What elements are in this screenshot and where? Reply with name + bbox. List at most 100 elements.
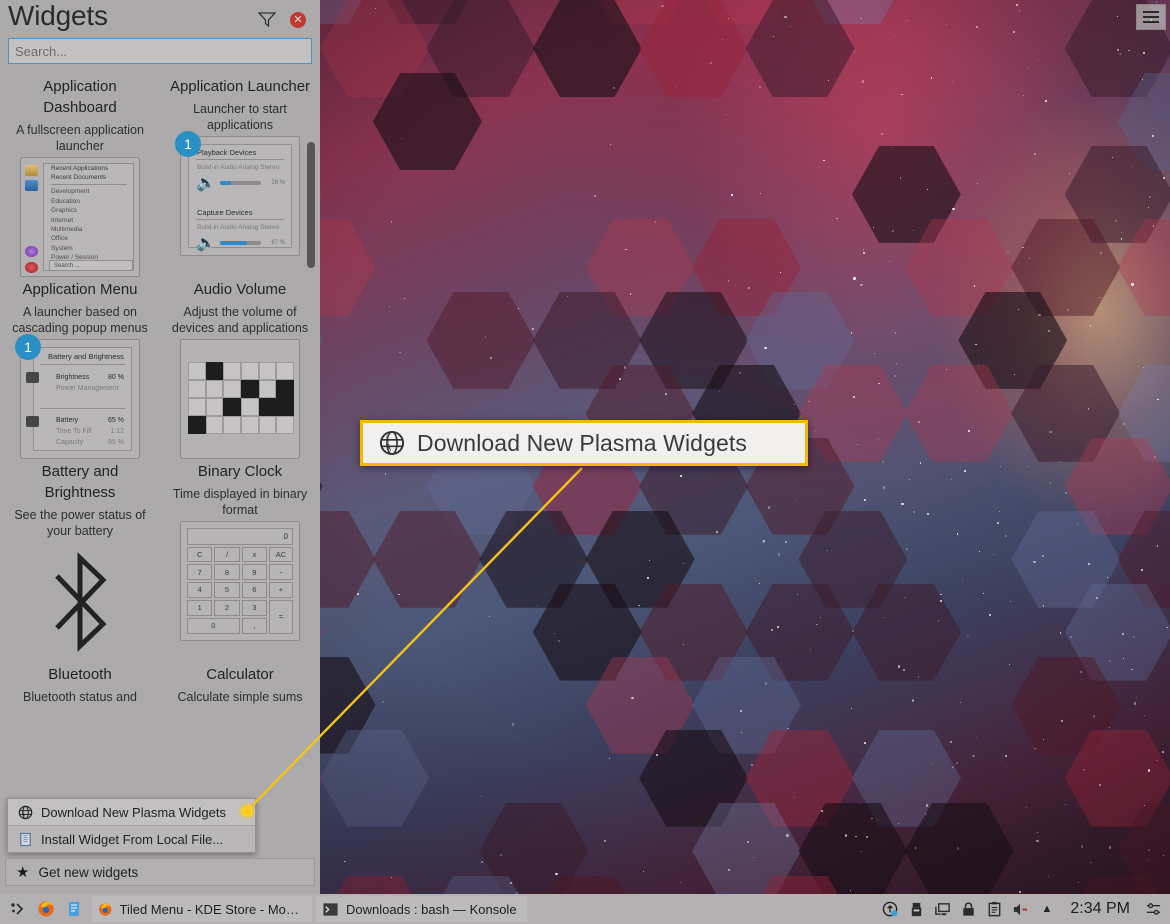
text-editor-icon[interactable]	[60, 896, 88, 922]
preview-binary-cell	[258, 397, 277, 416]
widget-item-application-launcher[interactable]: Application Launcher Launcher to start ap…	[160, 76, 320, 279]
preview-time-to-fill-row: Time To Fill 1:12	[34, 426, 131, 437]
widget-item-name: Binary Clock	[197, 463, 283, 480]
panel-settings-icon[interactable]	[1145, 901, 1162, 918]
preview-binary-cell	[276, 397, 294, 416]
preview-binary-cell	[276, 415, 294, 434]
get-new-widgets-label: Get new widgets	[38, 864, 139, 880]
application-launcher-icon[interactable]	[4, 896, 32, 922]
software-update-icon[interactable]	[882, 901, 899, 918]
widget-preview-battery-brightness: Battery and Brightness Brightness 80 % Powe…	[15, 333, 140, 459]
widget-item-description: A launcher based on cascading popup menu…	[12, 305, 148, 335]
preview-binary-cell	[240, 379, 259, 398]
system-tray: ▲ 2:34 PM	[882, 900, 1170, 918]
preview-menu-item: Recent Applications	[51, 164, 109, 172]
firefox-icon[interactable]	[32, 896, 60, 922]
preview-binary-cell	[205, 397, 224, 416]
preview-slider-fill	[219, 240, 248, 245]
preview-battery-header: Battery and Brightness	[48, 351, 124, 361]
preview-capacity-row-label: Capacity	[56, 438, 84, 446]
preview-playback-percent: 28 %	[271, 179, 285, 186]
taskbar-launchers	[0, 896, 88, 922]
get-new-widgets-button[interactable]: ★ Get new widgets	[5, 858, 315, 886]
usb-device-icon[interactable]	[908, 901, 925, 918]
menu-item-download-new-plasma-widgets[interactable]: Download New Plasma Widgets	[8, 799, 255, 825]
widget-item-calculator[interactable]: Calculator Calculate simple sums	[160, 664, 320, 806]
preview-playback-header: Playback Devices	[197, 147, 257, 157]
preview-battery-row: Battery 65 %	[34, 415, 131, 426]
preview-power-management-row-label: Power Management	[56, 384, 119, 392]
preview-calculator-body: 0 C / x 7 8 9 4 5 6 1 2 3 0, AC - + =	[187, 527, 293, 634]
preview-binary-cell	[240, 361, 259, 380]
preview-time-to-fill-row-label: Time To Fill	[56, 427, 92, 435]
widget-item-audio-volume[interactable]: Audio Volume Adjust the volume of devices…	[160, 279, 320, 461]
widget-grid: Application Dashboard A fullscreen applic…	[0, 76, 320, 806]
widget-item-battery-and-brightness[interactable]: Battery and Brightness See the power stat…	[0, 461, 160, 664]
preview-calculator-display: 0	[187, 527, 293, 545]
widget-item-binary-clock[interactable]: Binary Clock Time displayed in binary for…	[160, 461, 320, 664]
menu-item-install-widget-from-local-file[interactable]: Install Widget From Local File...	[8, 826, 255, 852]
preview-binary-cell	[188, 379, 206, 398]
preview-calculator-keys: C / x 7 8 9 4 5 6 1 2 3 0, AC - + =	[187, 546, 293, 634]
widget-preview-audio-volume: Playback Devices Build-in Audio Analog St…	[175, 130, 300, 256]
widget-item-application-dashboard[interactable]: Application Dashboard A fullscreen applic…	[0, 76, 160, 279]
taskbar-task-firefox[interactable]: Tiled Menu - KDE Store - Mozilla Fi...	[92, 896, 312, 922]
preview-separator	[196, 158, 284, 160]
clock[interactable]: 2:34 PM	[1064, 900, 1136, 918]
preview-capture-header: Capture Devices	[197, 207, 253, 217]
preview-calculator-key: ,	[241, 617, 267, 634]
volume-muted-icon[interactable]	[1012, 901, 1029, 918]
scrollbar-thumb[interactable]	[307, 142, 315, 268]
preview-calculator-key: -	[269, 564, 293, 581]
bluetooth-icon	[55, 551, 107, 652]
preview-menu-separator	[51, 184, 127, 186]
widget-explorer-panel: Widgets ✕ Application Dashboard A fullscr…	[0, 0, 320, 894]
preview-binary-cell	[223, 361, 241, 380]
preview-calculator-side-keys: AC - + =	[269, 546, 293, 634]
preview-separator	[196, 218, 284, 220]
preview-binary-cell	[188, 361, 206, 380]
widget-item-description: See the power status of your battery	[14, 508, 146, 538]
preview-binary-cell	[188, 415, 206, 434]
preview-menu-search: Search ...	[49, 259, 133, 271]
preview-binary-cell	[223, 379, 241, 398]
preview-battery-row-label: Battery	[56, 416, 79, 424]
preview-slider-track	[219, 180, 261, 185]
lock-icon[interactable]	[960, 901, 977, 918]
preview-playback-slider-row: 🔊 28 %	[189, 171, 291, 193]
widget-item-name: Calculator	[206, 666, 274, 683]
display-network-icon[interactable]	[934, 901, 951, 918]
preview-binary-grid	[188, 361, 294, 434]
preview-badge: 1	[175, 130, 201, 157]
preview-calculator-key: +	[269, 582, 293, 598]
widget-list-scroll-area[interactable]: Application Dashboard A fullscreen applic…	[0, 76, 320, 806]
preview-calculator-key: 3	[241, 599, 267, 616]
search-input[interactable]	[8, 38, 312, 64]
preview-brightness-row-label: Brightness	[56, 373, 90, 381]
widget-item-application-menu[interactable]: Application Menu A launcher based on casc…	[0, 279, 160, 461]
preview-menu-item: Internet	[51, 216, 74, 224]
close-icon[interactable]: ✕	[290, 12, 306, 28]
widget-item-preview-slot	[180, 336, 300, 461]
taskbar-task-konsole[interactable]: Downloads : bash — Konsole	[316, 896, 527, 922]
preview-battery-body: Battery and Brightness Brightness 80 % Powe…	[33, 346, 132, 451]
filter-funnel-icon[interactable]	[258, 11, 276, 27]
preview-calculator-key: 8	[214, 564, 240, 581]
cursor-highlight-dot	[241, 805, 253, 817]
preview-time-to-fill-row-value: 1:12	[110, 427, 124, 435]
package-icon	[20, 832, 31, 846]
preview-brightness-row-value: 80 %	[108, 373, 124, 381]
menu-item-label: Install Widget From Local File...	[41, 831, 224, 847]
hamburger-menu-icon[interactable]	[1136, 4, 1166, 30]
preview-audio-body: Playback Devices Build-in Audio Analog St…	[188, 143, 292, 252]
clipboard-icon[interactable]	[986, 901, 1003, 918]
widget-item-bluetooth[interactable]: Bluetooth Bluetooth status and	[0, 664, 160, 806]
preview-menu-item: System	[51, 244, 73, 252]
preview-slider-fill	[219, 180, 232, 185]
preview-slider-track	[219, 240, 261, 245]
preview-calculator-key: x	[241, 546, 267, 563]
widget-item-name: Bluetooth	[48, 666, 112, 683]
preview-binary-cell	[205, 361, 224, 380]
preview-menu-item: Multimedia	[51, 225, 83, 233]
tray-expand-chevron-icon[interactable]: ▲	[1038, 901, 1055, 918]
